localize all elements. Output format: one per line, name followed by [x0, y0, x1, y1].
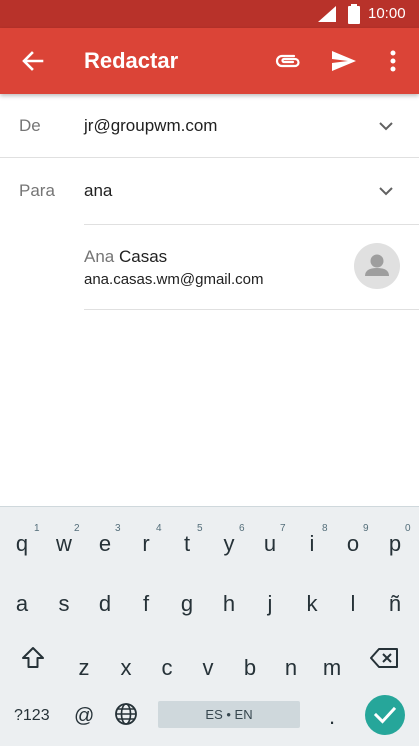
avatar [354, 243, 400, 289]
key-n[interactable]: n [271, 645, 311, 701]
to-field[interactable]: Para ana [0, 159, 419, 223]
key-label: m [322, 655, 342, 680]
key-label: a [15, 591, 29, 616]
person-icon [365, 254, 389, 276]
contact-name-rest: Casas [114, 247, 168, 266]
key-label: h [222, 591, 236, 616]
key-label: o [346, 531, 360, 556]
app-bar: Redactar [0, 28, 419, 94]
to-input[interactable]: ana [84, 159, 112, 223]
key-x[interactable]: x [106, 645, 146, 701]
key-c[interactable]: c [147, 645, 187, 701]
key-y[interactable]: 6 y [209, 513, 249, 569]
status-bar: 10:00 [0, 0, 419, 28]
key-b[interactable]: b [230, 645, 270, 701]
key-label: c [161, 655, 173, 680]
key-d[interactable]: d [85, 581, 125, 637]
chevron-down-icon[interactable] [377, 183, 395, 199]
key-i[interactable]: 8 i [292, 513, 332, 569]
key-label: f [142, 591, 150, 616]
contact-email: ana.casas.wm@gmail.com [84, 271, 264, 288]
contact-name: Ana Casas [84, 247, 167, 267]
to-label: Para [19, 181, 55, 200]
shift-icon[interactable] [20, 645, 46, 671]
key-q[interactable]: 1 q [2, 513, 42, 569]
key-label: y [223, 531, 235, 556]
from-value[interactable]: jr@groupwm.com [84, 94, 217, 158]
key-label: t [183, 531, 191, 556]
page-title: Redactar [84, 48, 179, 73]
key-a[interactable]: a [2, 581, 42, 637]
key-label: u [263, 531, 277, 556]
key-label: l [350, 591, 356, 616]
battery-icon [348, 4, 360, 24]
clock: 10:00 [368, 5, 406, 22]
space-key-label: ES • EN [205, 707, 253, 722]
arrow-back-icon[interactable] [18, 46, 48, 76]
key-label: e [98, 531, 112, 556]
contact-suggestion[interactable]: Ana Casas ana.casas.wm@gmail.com [84, 225, 419, 309]
key-label: d [98, 591, 112, 616]
key-label: p [388, 531, 402, 556]
key-label: v [202, 655, 214, 680]
send-icon[interactable] [329, 47, 359, 75]
from-field[interactable]: De jr@groupwm.com [0, 94, 419, 158]
key-label: b [243, 655, 257, 680]
key-label: r [142, 531, 150, 556]
key-l[interactable]: l [333, 581, 373, 637]
at-key[interactable]: @ [74, 704, 94, 728]
key-label: g [180, 591, 194, 616]
key-u[interactable]: 7 u [250, 513, 290, 569]
key-v[interactable]: v [188, 645, 228, 701]
key-label: i [309, 531, 315, 556]
key-label: q [15, 531, 29, 556]
signal-icon [318, 6, 336, 22]
more-vert-icon[interactable] [384, 47, 402, 75]
key-j[interactable]: j [250, 581, 290, 637]
space-key[interactable]: ES • EN [158, 701, 300, 728]
key-h[interactable]: h [209, 581, 249, 637]
key-w[interactable]: 2 w [44, 513, 84, 569]
keyboard: 1 q 2 w 3 e 4 r 5 t 6 y 7 u 8 i 9 o 0 p … [0, 506, 419, 746]
key-label: s [58, 591, 70, 616]
period-key[interactable]: . [329, 706, 335, 728]
key-s[interactable]: s [44, 581, 84, 637]
key-k[interactable]: k [292, 581, 332, 637]
key-r[interactable]: 4 r [126, 513, 166, 569]
key-o[interactable]: 9 o [333, 513, 373, 569]
key-f[interactable]: f [126, 581, 166, 637]
key-label: k [306, 591, 318, 616]
chevron-down-icon[interactable] [377, 118, 395, 134]
symbols-key[interactable]: ?123 [14, 706, 50, 726]
contact-name-match: Ana [84, 247, 115, 266]
key-n-tilde[interactable]: ñ [375, 581, 415, 637]
backspace-icon[interactable] [370, 647, 400, 669]
key-z[interactable]: z [64, 645, 104, 701]
key-label: j [267, 591, 273, 616]
key-m[interactable]: m [312, 645, 352, 701]
key-e[interactable]: 3 e [85, 513, 125, 569]
paperclip-icon[interactable] [273, 47, 303, 75]
key-label: z [78, 655, 90, 680]
key-p[interactable]: 0 p [375, 513, 415, 569]
divider [84, 309, 419, 310]
key-g[interactable]: g [167, 581, 207, 637]
key-label: n [284, 655, 298, 680]
check-icon [373, 706, 397, 724]
key-label: x [120, 655, 132, 680]
globe-icon[interactable] [114, 702, 138, 726]
key-label: ñ [388, 591, 402, 616]
key-t[interactable]: 5 t [167, 513, 207, 569]
key-label: w [56, 531, 72, 556]
enter-button[interactable] [365, 695, 405, 735]
from-label: De [19, 116, 41, 135]
